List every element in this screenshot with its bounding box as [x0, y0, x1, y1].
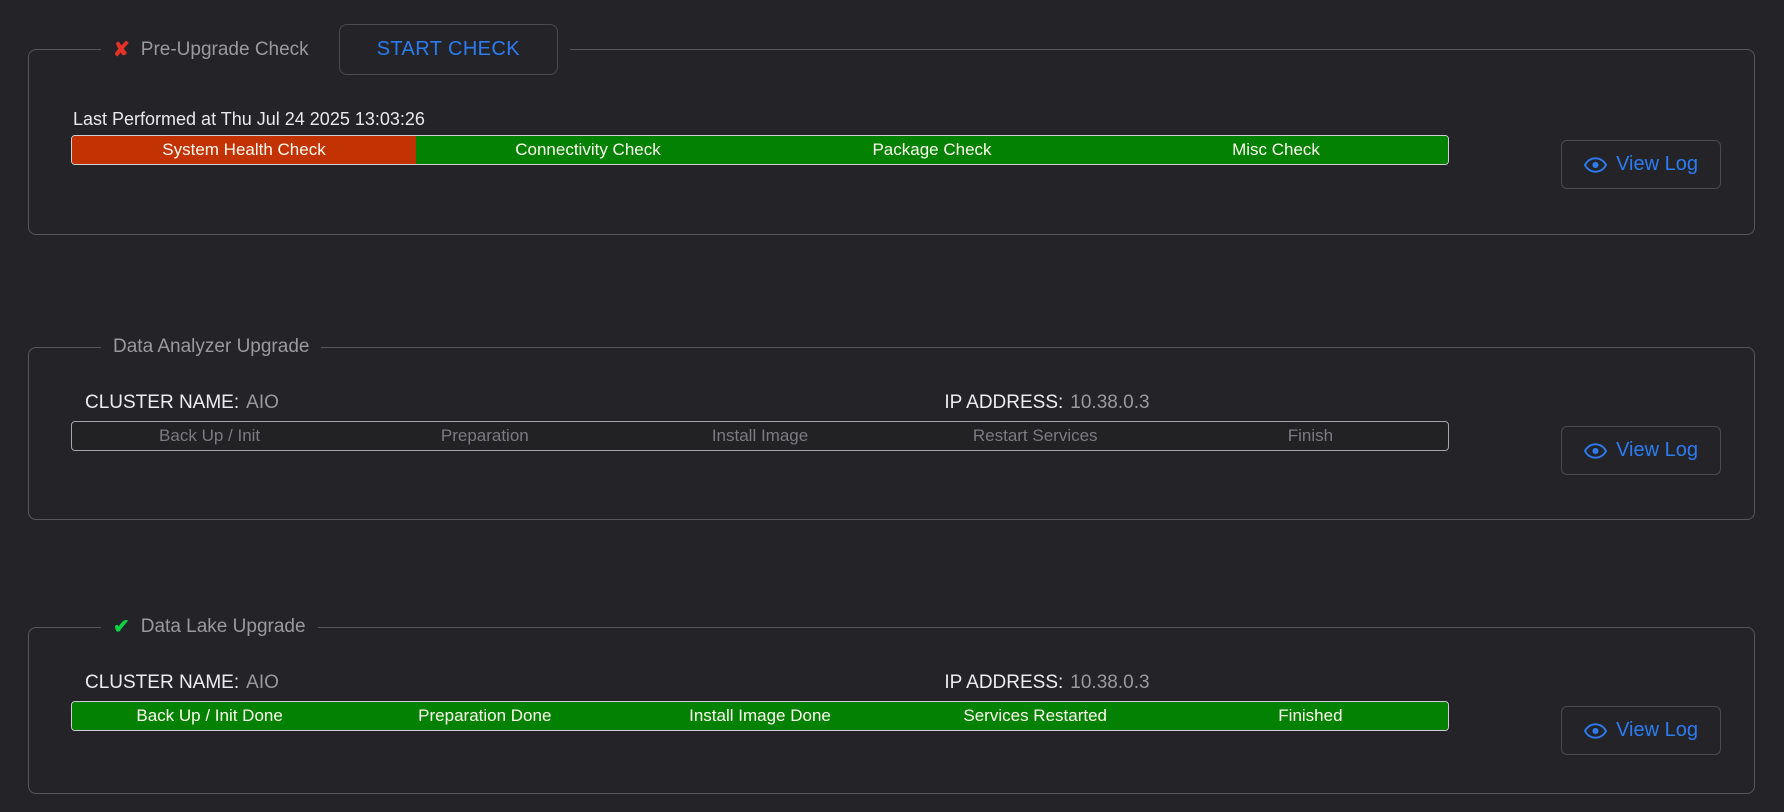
cluster-name-label: CLUSTER NAME:: [85, 672, 239, 693]
progress-segment-system-health: System Health Check: [72, 136, 416, 164]
ip-address-value: 10.38.0.3: [1070, 672, 1149, 693]
progress-segment-backup-init-done: Back Up / Init Done: [72, 702, 347, 730]
progress-segment-preparation-done: Preparation Done: [347, 702, 622, 730]
section-title: Data Analyzer Upgrade: [113, 336, 309, 358]
progress-segment-finish: Finish: [1173, 422, 1448, 450]
section-pre-upgrade-check: ✘ Pre-Upgrade Check START CHECK Last Per…: [28, 24, 1755, 235]
progress-segment-services-restarted: Services Restarted: [898, 702, 1173, 730]
cluster-name-label: CLUSTER NAME:: [85, 392, 239, 413]
data-analyzer-bar-row: Back Up / Init Preparation Install Image…: [71, 416, 1721, 465]
section-title: Data Lake Upgrade: [141, 616, 306, 638]
ip-address-pair: IP ADDRESS: 10.38.0.3: [944, 672, 1149, 694]
data-analyzer-legend: Data Analyzer Upgrade: [101, 336, 321, 358]
ip-address-value: 10.38.0.3: [1070, 392, 1149, 413]
cluster-name-pair: CLUSTER NAME: AIO: [85, 392, 944, 414]
view-log-button-data-lake[interactable]: View Log: [1561, 706, 1721, 755]
view-log-button-data-analyzer[interactable]: View Log: [1561, 426, 1721, 475]
progress-segment-finished: Finished: [1173, 702, 1448, 730]
data-analyzer-progress-bar: Back Up / Init Preparation Install Image…: [71, 421, 1449, 451]
cluster-info-row: CLUSTER NAME: AIO IP ADDRESS: 10.38.0.3: [71, 672, 1449, 694]
eye-icon: [1584, 723, 1607, 739]
x-failed-icon: ✘: [113, 40, 130, 60]
progress-segment-restart-services: Restart Services: [898, 422, 1173, 450]
cluster-name-pair: CLUSTER NAME: AIO: [85, 672, 944, 694]
eye-icon: [1584, 443, 1607, 459]
data-lake-bar-row: Back Up / Init Done Preparation Done Ins…: [71, 696, 1721, 745]
cluster-name-value: AIO: [246, 672, 279, 693]
section-data-analyzer-upgrade: Data Analyzer Upgrade CLUSTER NAME: AIO I…: [28, 336, 1755, 520]
view-log-label: View Log: [1616, 153, 1698, 176]
check-success-icon: ✔: [113, 617, 130, 637]
eye-icon: [1584, 157, 1607, 173]
ip-address-label: IP ADDRESS:: [944, 392, 1063, 413]
start-check-button[interactable]: START CHECK: [339, 24, 558, 75]
section-data-lake-upgrade: ✔ Data Lake Upgrade CLUSTER NAME: AIO IP …: [28, 616, 1755, 794]
cluster-name-value: AIO: [246, 392, 279, 413]
view-log-button-pre-upgrade[interactable]: View Log: [1561, 140, 1721, 189]
last-performed-text: Last Performed at Thu Jul 24 2025 13:03:…: [71, 109, 1721, 130]
progress-segment-package: Package Check: [760, 136, 1104, 164]
view-log-label: View Log: [1616, 719, 1698, 742]
pre-upgrade-bar-row: System Health Check Connectivity Check P…: [71, 130, 1721, 179]
progress-segment-install-image: Install Image: [622, 422, 897, 450]
cluster-info-row: CLUSTER NAME: AIO IP ADDRESS: 10.38.0.3: [71, 392, 1449, 414]
ip-address-label: IP ADDRESS:: [944, 672, 1063, 693]
pre-upgrade-progress-bar: System Health Check Connectivity Check P…: [71, 135, 1449, 165]
view-log-label: View Log: [1616, 439, 1698, 462]
progress-segment-backup-init: Back Up / Init: [72, 422, 347, 450]
progress-segment-connectivity: Connectivity Check: [416, 136, 760, 164]
progress-segment-misc: Misc Check: [1104, 136, 1448, 164]
ip-address-pair: IP ADDRESS: 10.38.0.3: [944, 392, 1149, 414]
section-title: Pre-Upgrade Check: [141, 39, 309, 61]
data-lake-progress-bar: Back Up / Init Done Preparation Done Ins…: [71, 701, 1449, 731]
progress-segment-preparation: Preparation: [347, 422, 622, 450]
progress-segment-install-image-done: Install Image Done: [622, 702, 897, 730]
pre-upgrade-legend: ✘ Pre-Upgrade Check START CHECK: [101, 24, 570, 75]
data-lake-legend: ✔ Data Lake Upgrade: [101, 616, 318, 638]
